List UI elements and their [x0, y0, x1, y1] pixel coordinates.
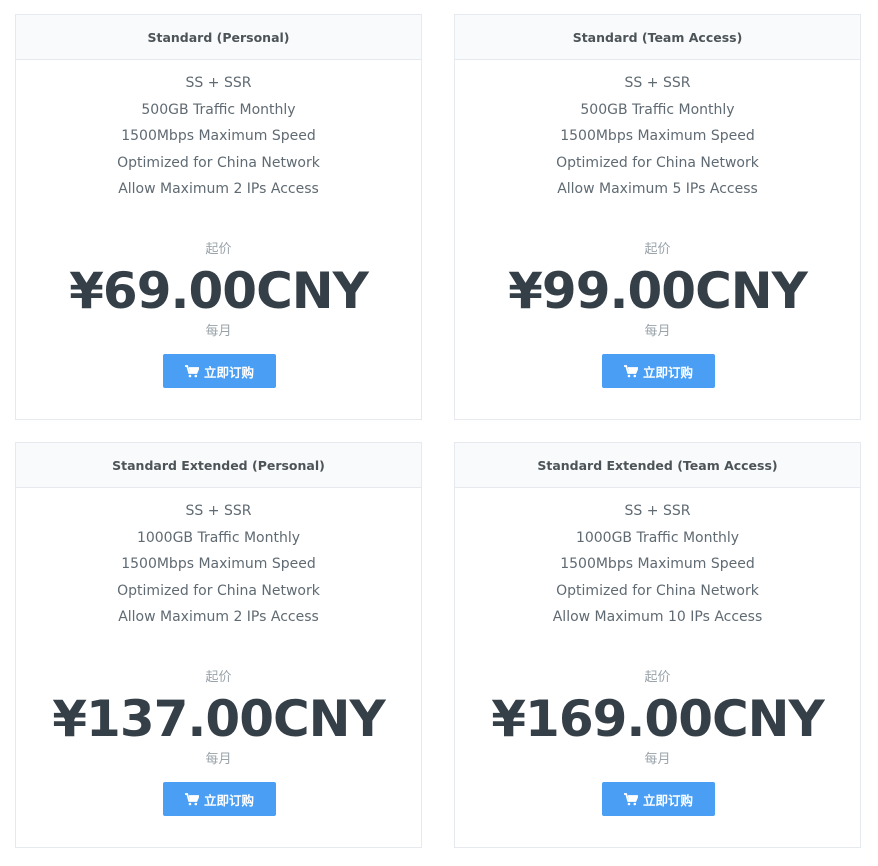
feature-item: Optimized for China Network	[556, 582, 759, 599]
price-block: 起价 ¥99.00CNY 每月	[455, 241, 860, 341]
plan-title: Standard Extended (Team Access)	[455, 443, 860, 488]
feature-item: SS + SSR	[185, 75, 252, 91]
feature-item: Allow Maximum 2 IPs Access	[118, 181, 319, 198]
order-now-label: 立即订购	[642, 792, 693, 808]
plan-title: Standard Extended (Personal)	[16, 443, 421, 488]
feature-item: 1500Mbps Maximum Speed	[121, 556, 316, 573]
order-now-button[interactable]: 立即订购	[163, 782, 276, 816]
shopping-cart-icon	[184, 792, 199, 806]
price-prefix: 起价	[205, 670, 232, 685]
feature-item: Optimized for China Network	[556, 154, 759, 171]
shopping-cart-icon	[623, 364, 638, 378]
feature-item: 1000GB Traffic Monthly	[575, 529, 740, 546]
order-now-label: 立即订购	[203, 364, 254, 380]
feature-item: 1000GB Traffic Monthly	[136, 529, 301, 546]
plan-card: Standard (Team Access) SS + SSR 500GB Tr…	[454, 14, 861, 420]
price-amount: ¥137.00CNY	[52, 690, 385, 748]
order-now-label: 立即订购	[642, 364, 693, 380]
plan-title: Standard (Team Access)	[455, 15, 860, 60]
feature-list: SS + SSR 500GB Traffic Monthly 1500Mbps …	[16, 60, 421, 203]
feature-item: 1500Mbps Maximum Speed	[560, 128, 755, 145]
feature-item: SS + SSR	[185, 503, 252, 519]
plan-card: Standard Extended (Team Access) SS + SSR…	[454, 442, 861, 848]
price-period: 每月	[644, 752, 671, 767]
feature-item: SS + SSR	[624, 503, 691, 519]
shopping-cart-icon	[184, 364, 199, 378]
price-amount: ¥99.00CNY	[508, 262, 808, 320]
order-now-button[interactable]: 立即订购	[602, 354, 715, 388]
price-amount: ¥169.00CNY	[491, 690, 824, 748]
order-now-button[interactable]: 立即订购	[163, 354, 276, 388]
shopping-cart-icon	[623, 792, 638, 806]
feature-item: 500GB Traffic Monthly	[141, 101, 296, 118]
feature-item: Allow Maximum 5 IPs Access	[557, 181, 758, 198]
price-block: 起价 ¥169.00CNY 每月	[455, 669, 860, 769]
feature-item: SS + SSR	[624, 75, 691, 91]
pricing-grid: Standard (Personal) SS + SSR 500GB Traff…	[0, 0, 878, 866]
feature-item: Optimized for China Network	[117, 154, 320, 171]
feature-item: Optimized for China Network	[117, 582, 320, 599]
plan-card: Standard Extended (Personal) SS + SSR 10…	[15, 442, 422, 848]
plan-title: Standard (Personal)	[16, 15, 421, 60]
feature-list: SS + SSR 1000GB Traffic Monthly 1500Mbps…	[455, 488, 860, 631]
feature-item: Allow Maximum 10 IPs Access	[552, 609, 763, 626]
price-period: 每月	[644, 324, 671, 339]
price-block: 起价 ¥69.00CNY 每月	[16, 241, 421, 341]
price-prefix: 起价	[205, 242, 232, 257]
price-prefix: 起价	[644, 242, 671, 257]
feature-item: Allow Maximum 2 IPs Access	[118, 609, 319, 626]
feature-item: 1500Mbps Maximum Speed	[560, 556, 755, 573]
feature-item: 1500Mbps Maximum Speed	[121, 128, 316, 145]
price-block: 起价 ¥137.00CNY 每月	[16, 669, 421, 769]
price-period: 每月	[205, 752, 232, 767]
plan-card: Standard (Personal) SS + SSR 500GB Traff…	[15, 14, 422, 420]
feature-list: SS + SSR 500GB Traffic Monthly 1500Mbps …	[455, 60, 860, 203]
price-prefix: 起价	[644, 670, 671, 685]
price-period: 每月	[205, 324, 232, 339]
feature-list: SS + SSR 1000GB Traffic Monthly 1500Mbps…	[16, 488, 421, 631]
order-now-label: 立即订购	[203, 792, 254, 808]
order-now-button[interactable]: 立即订购	[602, 782, 715, 816]
feature-item: 500GB Traffic Monthly	[580, 101, 735, 118]
price-amount: ¥69.00CNY	[69, 262, 369, 320]
